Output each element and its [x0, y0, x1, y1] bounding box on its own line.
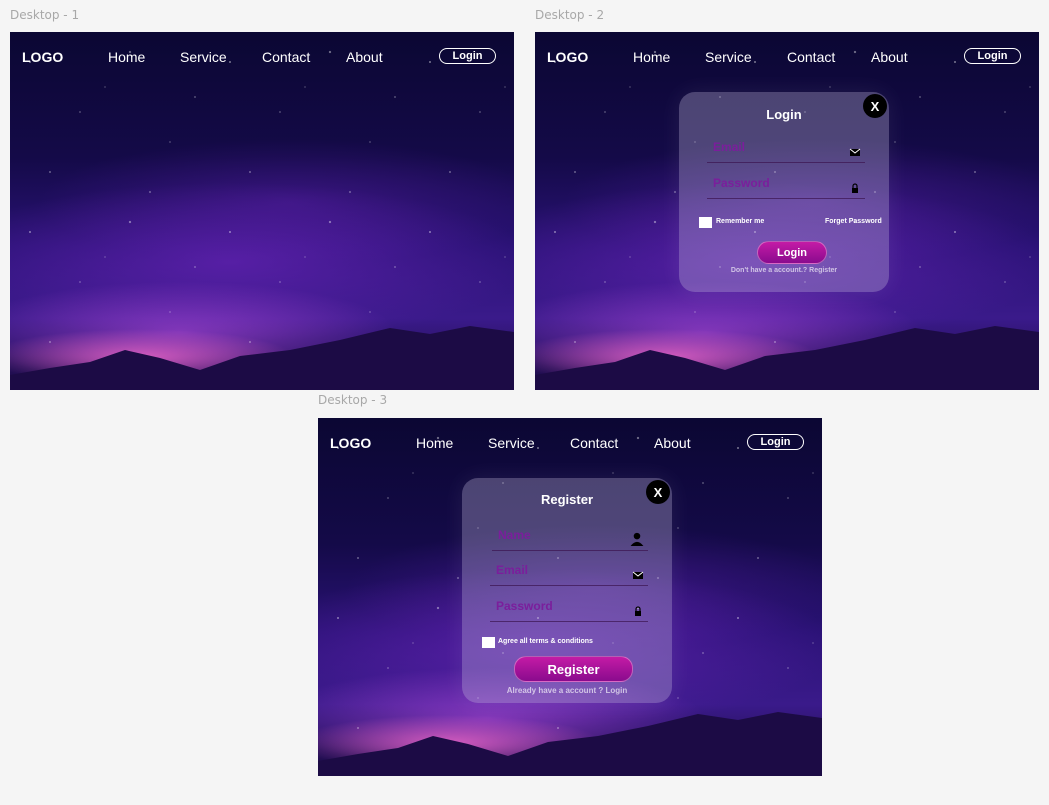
login-modal-title: Login: [766, 107, 802, 122]
nav-about-link[interactable]: About: [871, 49, 908, 65]
nav-contact-link[interactable]: Contact: [570, 435, 618, 451]
desktop-1-frame: LOGO Home Service Contact About Login: [10, 32, 514, 390]
mountains: [535, 326, 1039, 390]
register-prompt[interactable]: Don't have a account.? Register: [679, 267, 889, 274]
close-icon: X: [653, 484, 663, 500]
nav-contact-link[interactable]: Contact: [262, 49, 310, 65]
desktop-2-frame: LOGO Home Service Contact About Login Lo…: [535, 32, 1039, 390]
email-field-label: Email: [496, 563, 529, 577]
login-modal: Login X Email Password Remember me Forge…: [679, 92, 889, 292]
nav-about-link[interactable]: About: [346, 49, 383, 65]
email-field[interactable]: Email: [707, 140, 865, 163]
navbar: LOGO Home Service Contact About Login: [535, 32, 1039, 80]
password-field[interactable]: Password: [490, 599, 648, 622]
login-submit-button[interactable]: Login: [757, 241, 827, 264]
register-modal: Register X Name Email Password Agree all…: [462, 478, 672, 703]
login-prompt[interactable]: Already have a account ? Login: [462, 686, 672, 695]
name-field[interactable]: Name: [492, 528, 648, 551]
frame-label-desktop-3: Desktop - 3: [318, 393, 388, 407]
lock-icon: [635, 606, 641, 616]
user-icon: [630, 532, 644, 546]
nav-login-button[interactable]: Login: [747, 434, 804, 450]
logo[interactable]: LOGO: [330, 435, 371, 451]
mountains: [10, 326, 514, 390]
email-field-label: Email: [713, 140, 746, 154]
mail-icon: [632, 571, 644, 579]
logo[interactable]: LOGO: [22, 49, 63, 65]
frame-label-desktop-2: Desktop - 2: [535, 8, 605, 22]
navbar: LOGO Home Service Contact About Login: [10, 32, 514, 80]
password-field-label: Password: [713, 176, 770, 190]
nav-home-link[interactable]: Home: [108, 49, 145, 65]
nav-home-link[interactable]: Home: [633, 49, 670, 65]
close-button[interactable]: X: [863, 94, 887, 118]
nav-service-link[interactable]: Service: [705, 49, 752, 65]
frame-label-desktop-1: Desktop - 1: [10, 8, 80, 22]
nav-about-link[interactable]: About: [654, 435, 691, 451]
nav-login-button[interactable]: Login: [964, 48, 1021, 64]
nav-service-link[interactable]: Service: [180, 49, 227, 65]
email-field[interactable]: Email: [490, 563, 648, 586]
navbar: LOGO Home Service Contact About Login: [318, 418, 822, 466]
desktop-3-frame: LOGO Home Service Contact About Login Re…: [318, 418, 822, 776]
agree-terms-label: Agree all terms & conditions: [498, 638, 593, 645]
mail-icon: [849, 148, 861, 156]
name-field-label: Name: [498, 528, 531, 542]
mountains: [318, 712, 822, 776]
nav-login-button[interactable]: Login: [439, 48, 496, 64]
nav-contact-link[interactable]: Contact: [787, 49, 835, 65]
password-field-label: Password: [496, 599, 553, 613]
register-modal-title: Register: [540, 492, 594, 507]
agree-terms-checkbox[interactable]: [482, 637, 495, 648]
logo[interactable]: LOGO: [547, 49, 588, 65]
nav-service-link[interactable]: Service: [488, 435, 535, 451]
remember-me-checkbox[interactable]: [699, 217, 712, 228]
password-field[interactable]: Password: [707, 176, 865, 199]
remember-me-label: Remember me: [716, 218, 765, 225]
register-submit-button[interactable]: Register: [514, 656, 633, 682]
forgot-password-link[interactable]: Forget Password: [825, 218, 882, 225]
close-icon: X: [870, 98, 880, 114]
nav-home-link[interactable]: Home: [416, 435, 453, 451]
close-button[interactable]: X: [646, 480, 670, 504]
lock-icon: [852, 183, 858, 193]
